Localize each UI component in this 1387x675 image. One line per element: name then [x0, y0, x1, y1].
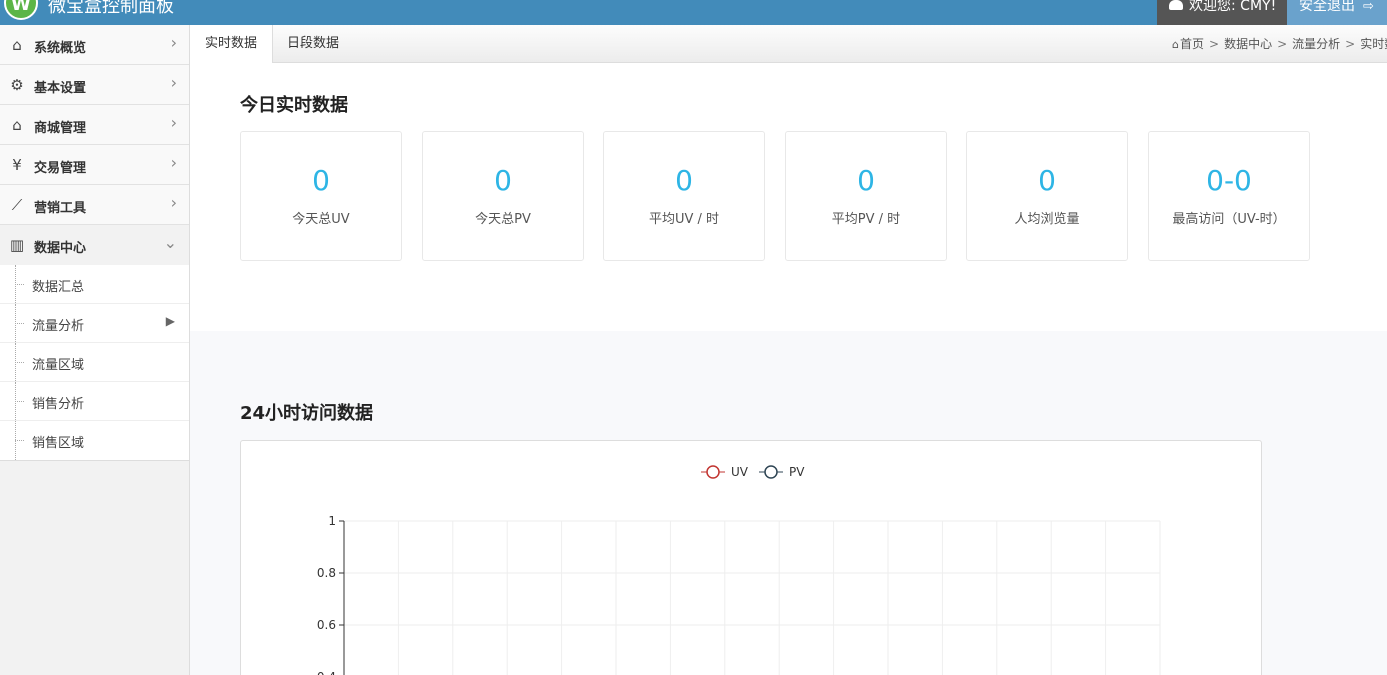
breadcrumb-traffic[interactable]: 流量分析 — [1292, 37, 1340, 51]
sidebar-item-2[interactable]: ⌂ 商城管理 › — [0, 105, 189, 145]
yen-icon: ¥ — [12, 156, 22, 174]
brand-logo: W — [4, 0, 38, 20]
stat-card-avg-pv: 0 平均PV / 时 — [785, 131, 947, 261]
breadcrumb-separator: > — [1345, 37, 1356, 51]
submenu-item-label: 数据汇总 — [32, 280, 85, 295]
chevron-right-icon: › — [170, 113, 177, 132]
hourly-chart: UV PV 1 0.8 0.6 0.4 — [240, 440, 1262, 675]
gear-icon: ⚙ — [10, 76, 24, 94]
legend-label-uv: UV — [731, 465, 749, 479]
tab-bar: 实时数据 日段数据 ⌂首页 > 数据中心 > 流量分析 > 实时数据 — [190, 25, 1387, 64]
chevron-down-icon: ⌄ — [163, 233, 177, 252]
submenu-item-2[interactable]: 流量区域 — [0, 343, 189, 382]
chart-svg: UV PV 1 0.8 0.6 0.4 — [317, 465, 1161, 675]
stat-card-per-capita: 0 人均浏览量 — [966, 131, 1128, 261]
stat-value: 0-0 — [1206, 164, 1252, 197]
home-icon: ⌂ — [1172, 38, 1179, 51]
logout-button[interactable]: 安全退出 ⇨ — [1287, 0, 1387, 25]
submenu-item-1[interactable]: 流量分析 ▶ — [0, 304, 189, 343]
hourly-title: 24小时访问数据 — [240, 403, 374, 424]
submenu-item-label: 销售区域 — [32, 436, 85, 451]
y-tick-label: 1 — [328, 514, 336, 528]
y-tick-label: 0.8 — [317, 566, 336, 580]
chevron-right-icon: › — [170, 193, 177, 212]
main-content: 今日实时数据 0 今天总UV 0 今天总PV 0 平均UV / 时 0 平均PV… — [190, 63, 1387, 675]
legend-label-pv: PV — [789, 465, 805, 479]
sidebar-item-label: 数据中心 — [34, 241, 87, 256]
sidebar-submenu: 数据汇总流量分析 ▶ 流量区域销售分析销售区域 — [0, 265, 189, 461]
sidebar-item-label: 营销工具 — [34, 201, 87, 216]
tree-line — [15, 401, 24, 402]
stat-label: 最高访问（UV-时） — [1172, 212, 1286, 227]
breadcrumb-data-center[interactable]: 数据中心 — [1224, 37, 1272, 51]
tree-line — [15, 284, 24, 285]
chevron-right-icon: › — [170, 73, 177, 92]
logo-letter: W — [11, 0, 31, 15]
stat-value: 0 — [494, 164, 512, 197]
stat-value: 0 — [1038, 164, 1056, 197]
stat-card-total-uv: 0 今天总UV — [240, 131, 402, 261]
breadcrumb: ⌂首页 > 数据中心 > 流量分析 > 实时数据 — [1172, 25, 1387, 64]
stat-label: 今天总UV — [292, 212, 350, 227]
sidebar-item-label: 基本设置 — [34, 81, 87, 96]
stat-label: 平均UV / 时 — [648, 212, 720, 227]
sidebar: ⌂ 系统概览 › ⚙ 基本设置 › ⌂ 商城管理 › ¥ 交易管理 › ⟋ 营销工具 › ▥ 数据中心 ⌄ 数据汇… — [0, 25, 190, 675]
tree-line — [15, 323, 24, 324]
sidebar-item-0[interactable]: ⌂ 系统概览 › — [0, 25, 189, 65]
stat-value: 0 — [857, 164, 875, 197]
home-icon: ⌂ — [12, 36, 22, 54]
stat-card-avg-uv: 0 平均UV / 时 — [603, 131, 765, 261]
sidebar-item-label: 系统概览 — [34, 41, 87, 56]
sidebar-menu: ⌂ 系统概览 › ⚙ 基本设置 › ⌂ 商城管理 › ¥ 交易管理 › ⟋ 营销工具 › ▥ 数据中心 ⌄ — [0, 25, 189, 265]
sidebar-item-3[interactable]: ¥ 交易管理 › — [0, 145, 189, 185]
welcome-user[interactable]: 欢迎您: CMY! — [1157, 0, 1287, 25]
breadcrumb-home[interactable]: 首页 — [1180, 37, 1204, 51]
breadcrumb-separator: > — [1277, 37, 1288, 51]
welcome-text: 欢迎您: CMY! — [1189, 0, 1277, 14]
chevron-right-icon: › — [170, 153, 177, 172]
sidebar-item-label: 交易管理 — [34, 161, 87, 176]
chevron-right-icon: › — [170, 33, 177, 52]
legend-marker-uv — [706, 465, 720, 479]
stat-value: 0 — [312, 164, 330, 197]
brand-title: 微宝盒控制面板 — [48, 0, 174, 17]
line-chart-icon: ⟋ — [11, 196, 23, 214]
submenu-item-4[interactable]: 销售区域 — [0, 421, 189, 460]
user-icon — [1169, 0, 1183, 10]
stat-label: 平均PV / 时 — [831, 212, 901, 227]
tree-line — [15, 440, 24, 441]
stat-card-peak: 0-0 最高访问（UV-时） — [1148, 131, 1310, 261]
submenu-item-label: 流量分析 — [32, 319, 85, 334]
shop-icon: ⌂ — [12, 116, 22, 134]
y-tick-label: 0.6 — [317, 618, 336, 632]
stat-label: 今天总PV — [475, 212, 531, 227]
y-tick-label: 0.4 — [317, 670, 336, 675]
sidebar-item-5[interactable]: ▥ 数据中心 ⌄ — [0, 225, 189, 265]
submenu-item-3[interactable]: 销售分析 — [0, 382, 189, 421]
stat-label: 人均浏览量 — [1014, 212, 1080, 227]
today-title: 今日实时数据 — [240, 95, 348, 116]
sidebar-item-4[interactable]: ⟋ 营销工具 › — [0, 185, 189, 225]
breadcrumb-current: 实时数据 — [1360, 37, 1387, 51]
tab-period[interactable]: 日段数据 — [272, 25, 354, 63]
logout-label: 安全退出 — [1299, 0, 1355, 14]
legend-marker-pv — [764, 465, 778, 479]
bar-chart-icon: ▥ — [9, 236, 25, 254]
top-header: W 微宝盒控制面板 欢迎您: CMY! 安全退出 ⇨ — [0, 0, 1387, 25]
submenu-item-label: 销售分析 — [32, 397, 85, 412]
sidebar-item-label: 商城管理 — [34, 121, 87, 136]
stat-value: 0 — [675, 164, 693, 197]
tree-line — [15, 362, 24, 363]
sidebar-item-1[interactable]: ⚙ 基本设置 › — [0, 65, 189, 105]
submenu-item-0[interactable]: 数据汇总 — [0, 265, 189, 304]
breadcrumb-separator: > — [1209, 37, 1220, 51]
caret-right-icon: ▶ — [165, 314, 175, 328]
submenu-item-label: 流量区域 — [32, 358, 85, 373]
tab-realtime[interactable]: 实时数据 — [190, 25, 274, 64]
exit-icon: ⇨ — [1363, 0, 1374, 14]
stat-card-total-pv: 0 今天总PV — [422, 131, 584, 261]
